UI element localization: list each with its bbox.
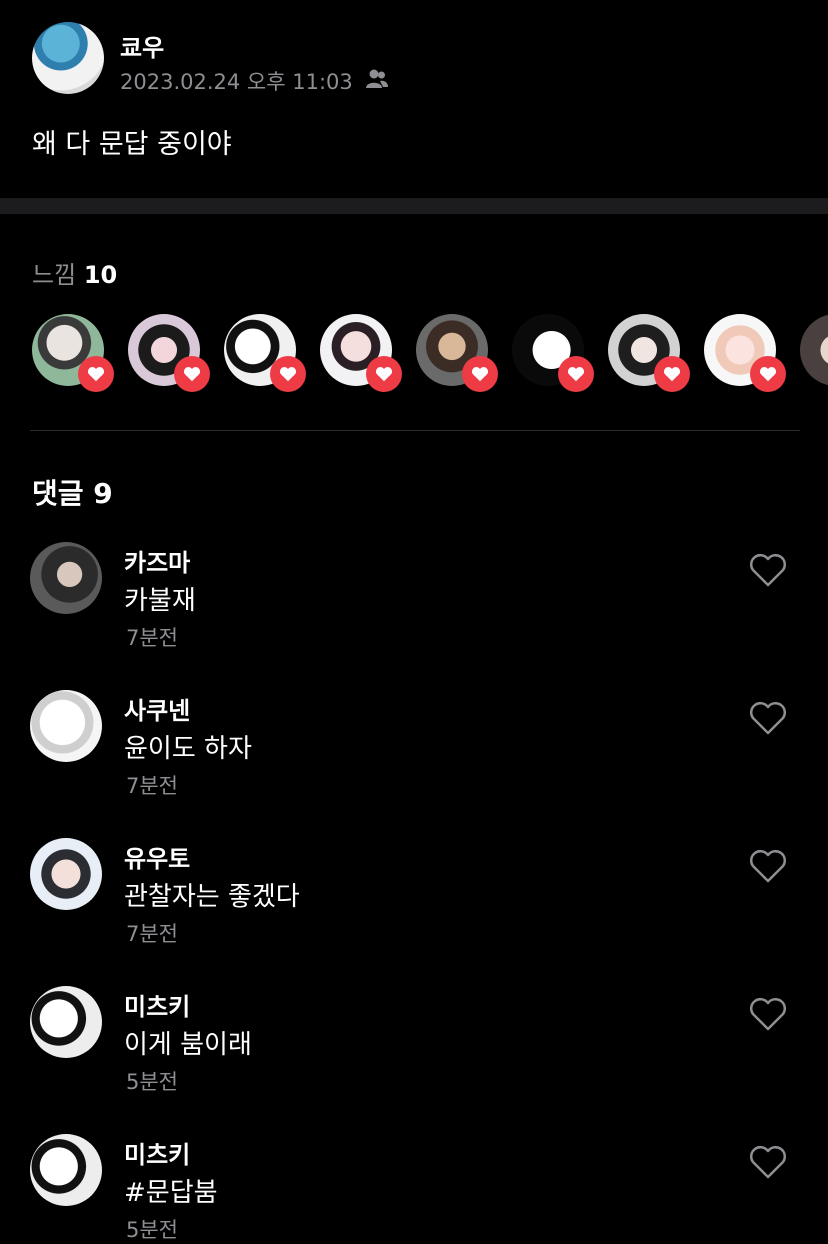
comment-text: 윤이도 하자 bbox=[124, 734, 252, 764]
reactions-count: 10 bbox=[83, 261, 118, 289]
people-icon bbox=[365, 68, 389, 95]
post-author-name[interactable]: 쿄우 bbox=[120, 28, 164, 63]
comment-avatar[interactable] bbox=[30, 838, 102, 910]
comment-text: 이게 붐이래 bbox=[124, 1030, 252, 1060]
heart-icon bbox=[366, 356, 402, 392]
reactions-header: 느낌 10 bbox=[32, 255, 117, 290]
comment-text: #문답붐 bbox=[124, 1178, 218, 1208]
heart-icon bbox=[558, 356, 594, 392]
comment-author[interactable]: 미츠키 bbox=[124, 1135, 190, 1170]
reaction-avatar[interactable] bbox=[800, 314, 828, 386]
reactions-label: 느낌 bbox=[32, 261, 77, 289]
comment-avatar[interactable] bbox=[30, 986, 102, 1058]
reaction-avatar[interactable] bbox=[608, 314, 690, 392]
comment-avatar[interactable] bbox=[30, 1134, 102, 1206]
comment-author[interactable]: 유우토 bbox=[124, 839, 190, 874]
reaction-avatar[interactable] bbox=[512, 314, 594, 392]
comment-author[interactable]: 미츠키 bbox=[124, 987, 190, 1022]
section-divider bbox=[0, 198, 828, 214]
post-body: 왜 다 문답 중이야 bbox=[32, 129, 232, 160]
like-heart-icon[interactable] bbox=[748, 995, 788, 1033]
like-heart-icon[interactable] bbox=[748, 551, 788, 589]
reaction-avatar[interactable] bbox=[128, 314, 210, 392]
post-timestamp: 2023.02.24 오후 11:03 bbox=[120, 70, 353, 94]
comment-author[interactable]: 사쿠넨 bbox=[124, 691, 190, 726]
comment-time: 5분전 bbox=[126, 1218, 179, 1242]
comment-text: 관찰자는 좋겠다 bbox=[124, 882, 300, 912]
post-author-avatar[interactable] bbox=[32, 22, 104, 94]
reaction-avatar[interactable] bbox=[224, 314, 306, 392]
heart-icon bbox=[654, 356, 690, 392]
reaction-avatar[interactable] bbox=[704, 314, 786, 392]
heart-icon bbox=[270, 356, 306, 392]
reaction-avatar[interactable] bbox=[320, 314, 402, 392]
comment-text: 카불재 bbox=[124, 586, 196, 616]
heart-icon bbox=[462, 356, 498, 392]
comment-time: 7분전 bbox=[126, 922, 179, 946]
comment-avatar[interactable] bbox=[30, 690, 102, 762]
comment-time: 7분전 bbox=[126, 626, 179, 650]
like-heart-icon[interactable] bbox=[748, 847, 788, 885]
like-heart-icon[interactable] bbox=[748, 699, 788, 737]
reaction-avatar[interactable] bbox=[32, 314, 114, 392]
comments-label: 댓글 bbox=[32, 477, 84, 510]
divider bbox=[30, 430, 800, 431]
comment-time: 5분전 bbox=[126, 1070, 179, 1094]
reaction-avatar[interactable] bbox=[416, 314, 498, 392]
like-heart-icon[interactable] bbox=[748, 1143, 788, 1181]
comment-author[interactable]: 카즈마 bbox=[124, 543, 190, 578]
post-meta: 2023.02.24 오후 11:03 bbox=[120, 66, 389, 96]
comments-count: 9 bbox=[93, 477, 113, 510]
heart-icon bbox=[174, 356, 210, 392]
comment-time: 7분전 bbox=[126, 774, 179, 798]
heart-icon bbox=[750, 356, 786, 392]
comment-avatar[interactable] bbox=[30, 542, 102, 614]
comments-header: 댓글 9 bbox=[32, 472, 113, 512]
heart-icon bbox=[78, 356, 114, 392]
